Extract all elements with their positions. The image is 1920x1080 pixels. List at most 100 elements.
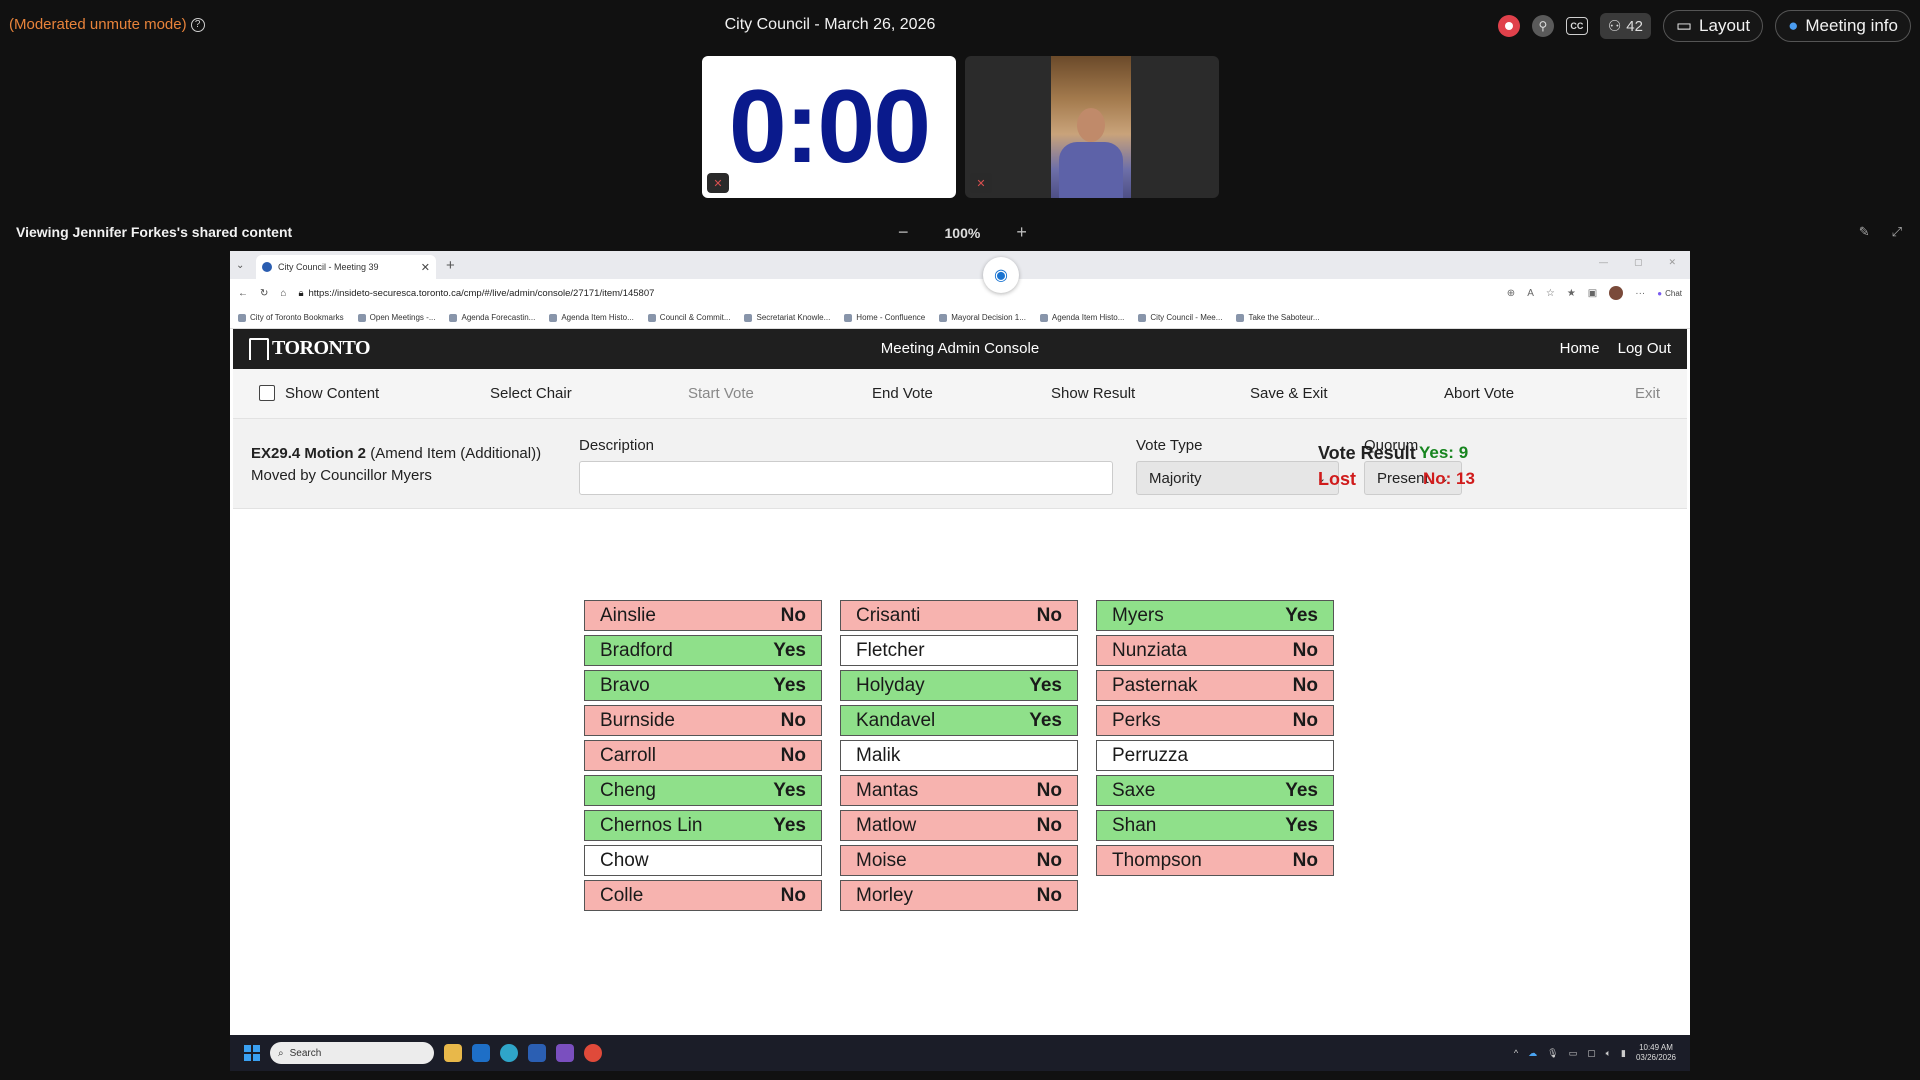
tab-close-icon[interactable]: ✕ <box>421 261 430 274</box>
show-content-toggle[interactable]: Show Content <box>259 385 379 402</box>
display-icon[interactable]: ▢ <box>1587 1048 1596 1059</box>
councillor-vote-row[interactable]: Burnside No <box>584 705 822 736</box>
annotate-icon[interactable]: ✎ <box>1859 224 1870 240</box>
meeting-info-button[interactable]: ● Meeting info <box>1775 10 1911 42</box>
windows-start-icon[interactable] <box>244 1045 260 1061</box>
councillor-vote-row[interactable]: Kandavel Yes <box>840 705 1078 736</box>
councillor-vote-row[interactable]: Nunziata No <box>1096 635 1334 666</box>
councillor-vote-row[interactable]: Pasternak No <box>1096 670 1334 701</box>
zoom-out-button[interactable]: − <box>898 222 909 243</box>
more-icon[interactable]: ··· <box>1635 288 1645 299</box>
description-input[interactable] <box>579 461 1113 495</box>
councillor-vote-row[interactable]: Bradford Yes <box>584 635 822 666</box>
start-vote-button[interactable]: Start Vote <box>688 385 754 402</box>
fullscreen-icon[interactable]: ⤢ <box>1892 224 1902 240</box>
closed-captions-icon[interactable]: CC <box>1565 17 1588 35</box>
webex-app-icon[interactable] <box>528 1044 546 1062</box>
chrome-icon[interactable] <box>584 1044 602 1062</box>
councillor-name: Crisanti <box>856 604 921 626</box>
browser-tab[interactable]: City Council - Meeting 39 ✕ <box>256 255 436 279</box>
councillor-vote-row[interactable]: Carroll No <box>584 740 822 771</box>
system-clock[interactable]: 10:49 AM 03/26/2026 <box>1636 1043 1676 1063</box>
onedrive-icon[interactable]: ☁ <box>1528 1048 1537 1059</box>
recording-icon[interactable] <box>1497 15 1520 37</box>
bookmark-item[interactable]: Mayoral Decision 1... <box>939 313 1026 322</box>
chevron-up-icon[interactable]: ^ <box>1514 1048 1518 1058</box>
layout-button[interactable]: ▭ Layout <box>1662 10 1764 42</box>
councillor-vote-row[interactable]: Crisanti No <box>840 600 1078 631</box>
councillor-vote-row[interactable]: Saxe Yes <box>1096 775 1334 806</box>
councillor-vote-row[interactable]: Chow <box>584 845 822 876</box>
timer-video-tile[interactable]: 0:00 ✕ <box>702 56 956 198</box>
bookmark-item[interactable]: City of Toronto Bookmarks <box>238 313 344 322</box>
participant-video-tile[interactable]: ✕ <box>965 56 1219 198</box>
bookmark-item[interactable]: Take the Saboteur... <box>1236 313 1320 322</box>
save-exit-button[interactable]: Save & Exit <box>1250 385 1328 402</box>
councillor-vote-row[interactable]: Colle No <box>584 880 822 911</box>
councillor-vote-row[interactable]: Fletcher <box>840 635 1078 666</box>
favorites-icon[interactable]: ★ <box>1567 288 1576 299</box>
councillor-vote-row[interactable]: Mantas No <box>840 775 1078 806</box>
minimize-icon[interactable]: — <box>1599 257 1608 268</box>
maximize-icon[interactable]: ▢ <box>1634 257 1643 268</box>
councillor-vote-row[interactable]: Morley No <box>840 880 1078 911</box>
show-content-checkbox[interactable] <box>259 385 275 401</box>
edge-icon[interactable] <box>500 1044 518 1062</box>
logout-link[interactable]: Log Out <box>1618 340 1671 357</box>
mic-icon[interactable]: 🎙︎ <box>1547 1048 1558 1059</box>
zoom-icon[interactable]: ⊕ <box>1507 288 1515 299</box>
new-tab-icon[interactable]: + <box>436 257 465 274</box>
councillor-vote-row[interactable]: Cheng Yes <box>584 775 822 806</box>
exit-button[interactable]: Exit <box>1635 385 1660 402</box>
councillor-vote-row[interactable]: Perruzza <box>1096 740 1334 771</box>
bookmark-item[interactable]: City Council - Mee... <box>1138 313 1222 322</box>
bookmark-item[interactable]: Agenda Item Histo... <box>549 313 634 322</box>
councillor-vote-row[interactable]: Chernos Lin Yes <box>584 810 822 841</box>
network-icon[interactable]: ▭ <box>1569 1048 1578 1059</box>
councillor-vote-row[interactable]: Holyday Yes <box>840 670 1078 701</box>
favorite-star-icon[interactable]: ☆ <box>1546 288 1555 299</box>
zoom-in-button[interactable]: + <box>1016 222 1027 243</box>
councillor-vote-row[interactable]: Bravo Yes <box>584 670 822 701</box>
councillor-vote-row[interactable]: Shan Yes <box>1096 810 1334 841</box>
bookmark-item[interactable]: Secretariat Knowle... <box>744 313 830 322</box>
end-vote-button[interactable]: End Vote <box>872 385 933 402</box>
councillor-vote-row[interactable]: Malik <box>840 740 1078 771</box>
bookmark-item[interactable]: Open Meetings -... <box>357 313 435 322</box>
teams-icon[interactable] <box>556 1044 574 1062</box>
select-chair-button[interactable]: Select Chair <box>490 385 572 402</box>
battery-icon[interactable]: ▮ <box>1621 1048 1626 1059</box>
copilot-chat-button[interactable]: ● Chat <box>1657 289 1682 298</box>
councillor-vote-row[interactable]: Perks No <box>1096 705 1334 736</box>
councillor-vote-row[interactable]: Moise No <box>840 845 1078 876</box>
bookmark-item[interactable]: Home - Confluence <box>844 313 925 322</box>
tab-list-chevron-icon[interactable]: ⌄ <box>236 260 256 271</box>
read-aloud-icon[interactable]: A <box>1527 288 1534 299</box>
reload-icon[interactable]: ↻ <box>260 288 268 299</box>
close-window-icon[interactable]: ✕ <box>1668 257 1676 268</box>
link-icon[interactable]: ⚲ <box>1531 15 1554 37</box>
webex-share-icon[interactable]: ◉ <box>983 257 1019 293</box>
participants-count-button[interactable]: ⚇ 42 <box>1599 13 1651 39</box>
url-field[interactable]: 🔒︎ https://insideto-securesca.toronto.ca… <box>298 288 1494 299</box>
councillor-vote-row[interactable]: Ainslie No <box>584 600 822 631</box>
back-icon[interactable]: ← <box>238 288 248 299</box>
vote-type-select[interactable]: Majority ⌄ <box>1136 461 1339 495</box>
bookmark-item[interactable]: Agenda Item Histo... <box>1039 313 1124 322</box>
abort-vote-button[interactable]: Abort Vote <box>1444 385 1514 402</box>
councillor-vote-row[interactable]: Thompson No <box>1096 845 1334 876</box>
councillor-vote-row[interactable]: Matlow No <box>840 810 1078 841</box>
councillor-vote-row[interactable]: Myers Yes <box>1096 600 1334 631</box>
file-explorer-icon[interactable] <box>444 1044 462 1062</box>
outlook-icon[interactable] <box>472 1044 490 1062</box>
home-icon[interactable]: ⌂ <box>280 288 286 299</box>
home-link[interactable]: Home <box>1560 340 1600 357</box>
taskbar-search[interactable]: ⌕ Search <box>270 1042 434 1064</box>
volume-icon[interactable]: 🔈︎ <box>1606 1048 1611 1059</box>
bookmark-item[interactable]: Agenda Forecastin... <box>449 313 535 322</box>
profile-avatar[interactable] <box>1609 286 1624 300</box>
bookmark-item[interactable]: Council & Commit... <box>647 313 730 322</box>
show-result-button[interactable]: Show Result <box>1051 385 1135 402</box>
collections-icon[interactable]: ▣ <box>1588 288 1597 299</box>
vote-result-status: Lost <box>1318 469 1356 489</box>
